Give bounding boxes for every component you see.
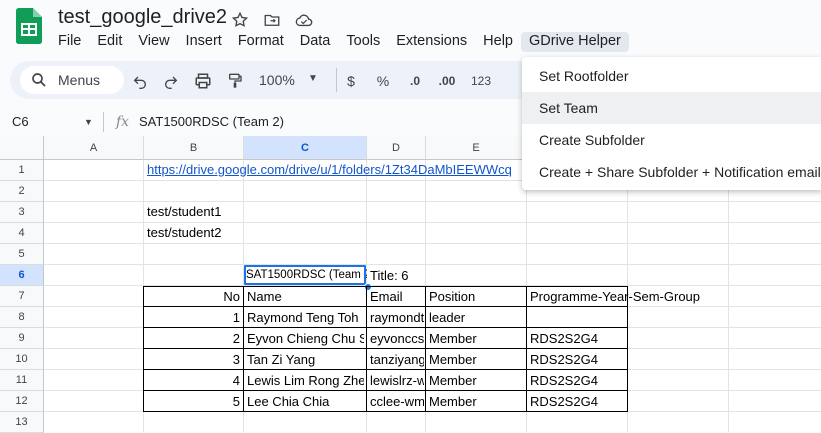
row-header-10[interactable]: 10 [0, 349, 44, 370]
menu-view[interactable]: View [130, 32, 177, 52]
search-icon [30, 71, 48, 94]
table-cell-name[interactable]: Lee Chia Chia [247, 392, 364, 412]
column-header-a[interactable]: A [44, 136, 144, 160]
table-header-position[interactable]: Position [429, 287, 525, 307]
drive-folder-link[interactable]: https://drive.google.com/drive/u/1/folde… [147, 160, 520, 180]
column-header-c[interactable]: C [244, 136, 367, 160]
row-header-1[interactable]: 1 [0, 160, 44, 181]
row-header-12[interactable]: 12 [0, 391, 44, 412]
toolbar-divider [336, 68, 337, 92]
table-cell-position[interactable]: Member [429, 392, 525, 412]
table-line [526, 286, 527, 412]
menu-data[interactable]: Data [292, 32, 339, 52]
table-cell-no[interactable]: 4 [146, 371, 240, 391]
menu-extensions[interactable]: Extensions [388, 32, 475, 52]
menu-gdrive-helper[interactable]: GDrive Helper [521, 32, 629, 52]
table-cell-email[interactable]: cclee-wm [370, 392, 424, 412]
search-menus-label: Menus [58, 72, 101, 88]
redo-icon[interactable] [160, 70, 182, 92]
table-line [243, 286, 244, 412]
fx-icon: fx [116, 114, 130, 130]
move-folder-icon[interactable] [262, 10, 282, 30]
menu-file[interactable]: File [50, 32, 89, 52]
active-cell-outline [244, 265, 366, 285]
document-title[interactable]: test_google_drive2 [58, 6, 227, 29]
formula-divider [103, 112, 104, 132]
row-header-7[interactable]: 7 [0, 286, 44, 307]
cell-b3[interactable]: test/student1 [147, 202, 242, 222]
menu-item-set-team[interactable]: Set Team [522, 92, 821, 124]
table-cell-name[interactable]: Lewis Lim Rong Zhe [247, 371, 364, 391]
print-icon[interactable] [192, 70, 214, 92]
menu-format[interactable]: Format [230, 32, 292, 52]
column-header-b[interactable]: B [144, 136, 244, 160]
percent-format-button[interactable]: % [372, 70, 394, 92]
increase-decimal-button[interactable]: .00 [436, 70, 458, 92]
table-cell-group[interactable]: RDS2S2G4 [530, 371, 626, 391]
table-header-no[interactable]: No [146, 287, 240, 307]
zoom-chevron-down-icon[interactable]: ▼ [308, 73, 318, 84]
table-header-email[interactable]: Email [370, 287, 424, 307]
table-cell-no[interactable]: 1 [146, 308, 240, 328]
undo-icon[interactable] [129, 70, 151, 92]
formula-input[interactable]: SAT1500RDSC (Team 2) [139, 114, 284, 129]
row-header-8[interactable]: 8 [0, 307, 44, 328]
name-box-value: C6 [12, 114, 29, 129]
table-header-name[interactable]: Name [247, 287, 364, 307]
currency-format-button[interactable]: $ [340, 70, 362, 92]
table-header-group[interactable]: Programme-Year-Sem-Group [530, 287, 820, 307]
menu-insert[interactable]: Insert [178, 32, 230, 52]
grid-line [44, 243, 821, 244]
menu-edit[interactable]: Edit [89, 32, 130, 52]
table-cell-group[interactable]: RDS2S2G4 [530, 392, 626, 412]
menu-tools[interactable]: Tools [338, 32, 388, 52]
row-header-3[interactable]: 3 [0, 202, 44, 223]
table-cell-group[interactable]: RDS2S2G4 [530, 329, 626, 349]
table-cell-position[interactable]: Member [429, 329, 525, 349]
table-cell-email[interactable]: eyvonccs [370, 329, 424, 349]
name-box-chevron-down-icon[interactable]: ▼ [84, 117, 93, 127]
decrease-decimal-button[interactable]: .0 [404, 70, 426, 92]
row-header-9[interactable]: 9 [0, 328, 44, 349]
table-cell-email[interactable]: tanziyang [370, 350, 424, 370]
row-header-5[interactable]: 5 [0, 244, 44, 265]
table-cell-no[interactable]: 5 [146, 392, 240, 412]
row-header-4[interactable]: 4 [0, 223, 44, 244]
table-line [366, 286, 367, 412]
table-line [425, 286, 426, 412]
table-cell-group[interactable] [530, 308, 626, 328]
table-cell-email[interactable]: raymondt [370, 308, 424, 328]
menu-bar: File Edit View Insert Format Data Tools … [50, 32, 629, 52]
row-header-2[interactable]: 2 [0, 181, 44, 202]
sheets-logo-icon[interactable] [16, 8, 42, 44]
star-icon[interactable] [230, 10, 250, 30]
menu-help[interactable]: Help [475, 32, 521, 52]
table-cell-no[interactable]: 3 [146, 350, 240, 370]
table-cell-name[interactable]: Raymond Teng Toh [247, 308, 364, 328]
menu-item-create-subfolder[interactable]: Create Subfolder [522, 124, 821, 156]
column-header-e[interactable]: E [426, 136, 527, 160]
select-all-corner[interactable] [0, 136, 44, 160]
table-cell-email[interactable]: lewislrz-w [370, 371, 424, 391]
row-header-6[interactable]: 6 [0, 265, 44, 286]
table-cell-group[interactable]: RDS2S2G4 [530, 350, 626, 370]
row-header-13[interactable]: 13 [0, 412, 44, 433]
row-header-11[interactable]: 11 [0, 370, 44, 391]
cell-d6[interactable]: Title: 6 [370, 265, 520, 286]
menu-item-create-share-subfolder[interactable]: Create + Share Subfolder + Notification … [522, 156, 821, 188]
table-cell-name[interactable]: Tan Zi Yang [247, 350, 364, 370]
column-header-d[interactable]: D [367, 136, 426, 160]
number-format-button[interactable]: 123 [468, 70, 494, 92]
menu-item-set-rootfolder[interactable]: Set Rootfolder [522, 60, 821, 92]
cell-b4[interactable]: test/student2 [147, 223, 242, 243]
table-cell-name[interactable]: Eyvon Chieng Chu S [247, 329, 364, 349]
table-cell-position[interactable]: Member [429, 350, 525, 370]
table-cell-position[interactable]: Member [429, 371, 525, 391]
cloud-saved-icon[interactable] [294, 10, 314, 30]
zoom-select[interactable]: 100% [259, 72, 295, 88]
paint-format-icon[interactable] [224, 70, 246, 92]
table-cell-position[interactable]: leader [429, 308, 525, 328]
table-cell-no[interactable]: 2 [146, 329, 240, 349]
